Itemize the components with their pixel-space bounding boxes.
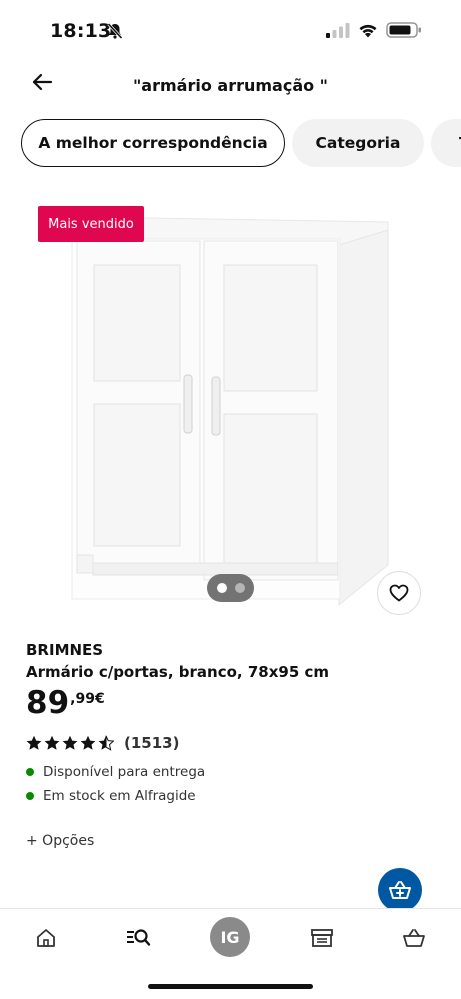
options-link[interactable]: + Opções <box>26 833 94 849</box>
half-star-icon <box>98 735 114 751</box>
status-dot <box>26 792 34 800</box>
image-carousel-indicator[interactable] <box>207 574 254 602</box>
chip-best-match[interactable]: A melhor correspondência <box>21 119 285 167</box>
product-description[interactable]: Armário c/portas, branco, 78x95 cm <box>26 663 329 681</box>
star-icon <box>44 735 60 750</box>
store-icon <box>311 929 333 947</box>
chip-more[interactable]: T <box>431 119 461 167</box>
carousel-dot-active <box>216 583 227 593</box>
nav-cart[interactable] <box>399 923 429 953</box>
nav-store[interactable] <box>307 923 337 953</box>
availability-delivery: Disponível para entrega <box>26 764 205 780</box>
nav-search[interactable] <box>123 923 153 953</box>
star-icon <box>62 735 78 750</box>
star-icon <box>26 735 42 750</box>
price-decimal: ,99€ <box>70 691 105 707</box>
page-title: "armário arrumação " <box>132 76 329 95</box>
bell-slash-icon <box>107 22 123 40</box>
product-image[interactable] <box>0 185 461 625</box>
add-to-cart-icon <box>389 881 411 899</box>
product-price: 89 ,99€ <box>26 686 105 720</box>
availability-delivery-text: Disponível para entrega <box>43 764 206 780</box>
status-time: 18:13 <box>50 20 112 42</box>
home-indicator <box>148 984 313 989</box>
battery-icon <box>386 22 421 38</box>
availability-store: Em stock em Alfragide <box>26 788 196 804</box>
filter-chips: A melhor correspondência Categoria T <box>21 119 461 168</box>
status-bar: 18:13 <box>0 0 461 60</box>
add-to-cart-button[interactable] <box>378 868 422 912</box>
home-icon <box>37 929 55 947</box>
availability-store-text: Em stock em Alfragide <box>43 788 196 804</box>
product-brand[interactable]: BRIMNES <box>26 641 103 659</box>
wifi-icon <box>359 24 377 38</box>
favorite-button[interactable] <box>377 571 421 615</box>
search-list-icon <box>127 929 151 946</box>
bestseller-badge: Mais vendido <box>38 206 144 242</box>
rating-stars <box>26 735 114 751</box>
carousel-dot <box>234 583 245 593</box>
product-rating[interactable]: (1513) <box>26 734 179 752</box>
chip-category[interactable]: Categoria <box>292 119 424 167</box>
nav-home[interactable] <box>31 923 61 953</box>
star-icon <box>80 735 96 750</box>
heart-icon <box>389 584 409 602</box>
nav-profile-avatar[interactable]: IG <box>210 917 250 957</box>
rating-count: (1513) <box>124 734 180 752</box>
status-dot <box>26 768 34 776</box>
signal-icon <box>326 23 350 38</box>
cart-icon <box>403 929 425 947</box>
price-integer: 89 <box>26 685 70 721</box>
